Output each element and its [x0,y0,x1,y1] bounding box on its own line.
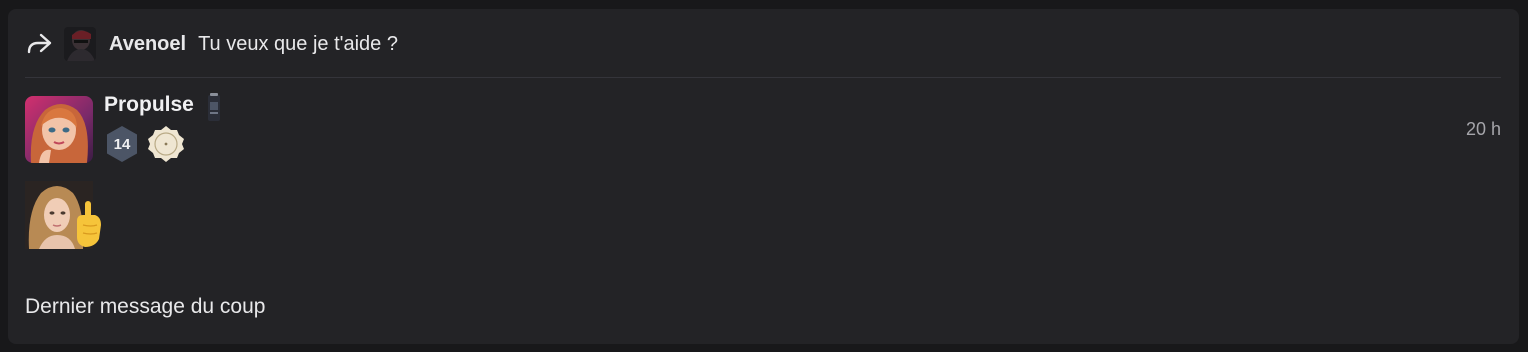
can-icon [207,92,221,122]
reply-quote[interactable]: Avenoel Tu veux que je t'aide ? [25,25,398,63]
message-text: Dernier message du coup [25,295,266,318]
user-badges: 14 [104,125,184,163]
reply-text: Tu veux que je t'aide ? [198,32,398,55]
girl-pointing-up-sticker [25,181,105,249]
username[interactable]: Propulse [104,93,194,117]
level-number: 14 [113,135,131,153]
moon-medal-icon[interactable] [147,125,184,163]
share-forward-icon [25,30,53,58]
divider [25,77,1501,78]
level-badge[interactable]: 14 [104,125,140,163]
timestamp: 20 h [1465,119,1501,139]
post-card: Avenoel Tu veux que je t'aide ? Propulse [8,9,1519,344]
avatar[interactable] [25,96,93,163]
reply-author[interactable]: Avenoel [109,33,186,56]
reply-avatar[interactable] [64,27,96,61]
